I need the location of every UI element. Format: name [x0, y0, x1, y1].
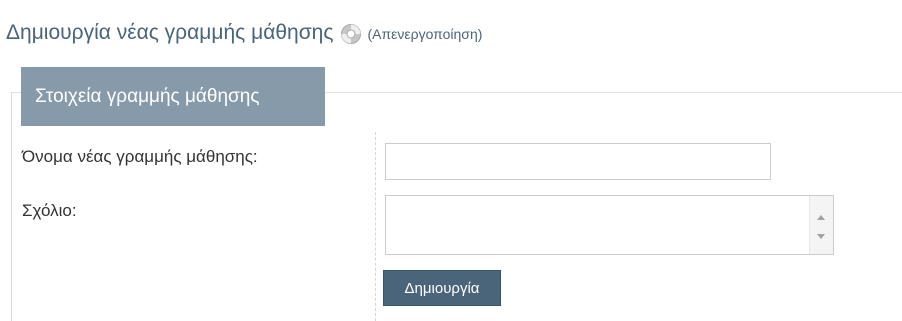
create-button[interactable]: Δημιουργία — [383, 270, 501, 306]
name-label: Όνομα νέας γραμμής μάθησης: — [22, 147, 258, 166]
fieldset-legend: Στοιχεία γραμμής μάθησης — [21, 67, 325, 126]
scroll-up-arrow-icon[interactable] — [817, 215, 825, 220]
page-header: Δημιουργία νέας γραμμής μάθησης (Απενεργ… — [6, 18, 482, 48]
lifebuoy-help-icon[interactable] — [340, 23, 362, 45]
page-title: Δημιουργία νέας γραμμής μάθησης — [6, 21, 334, 44]
comment-label: Σχόλιο: — [22, 201, 77, 220]
comment-field — [385, 195, 834, 255]
comment-scrollbar[interactable] — [809, 196, 833, 254]
scroll-down-arrow-icon[interactable] — [817, 234, 825, 239]
disable-link[interactable]: (Απενεργοποίηση) — [367, 26, 482, 42]
form-column-divider — [375, 132, 376, 321]
learning-path-name-input[interactable] — [385, 143, 771, 180]
comment-textarea[interactable] — [386, 196, 809, 254]
